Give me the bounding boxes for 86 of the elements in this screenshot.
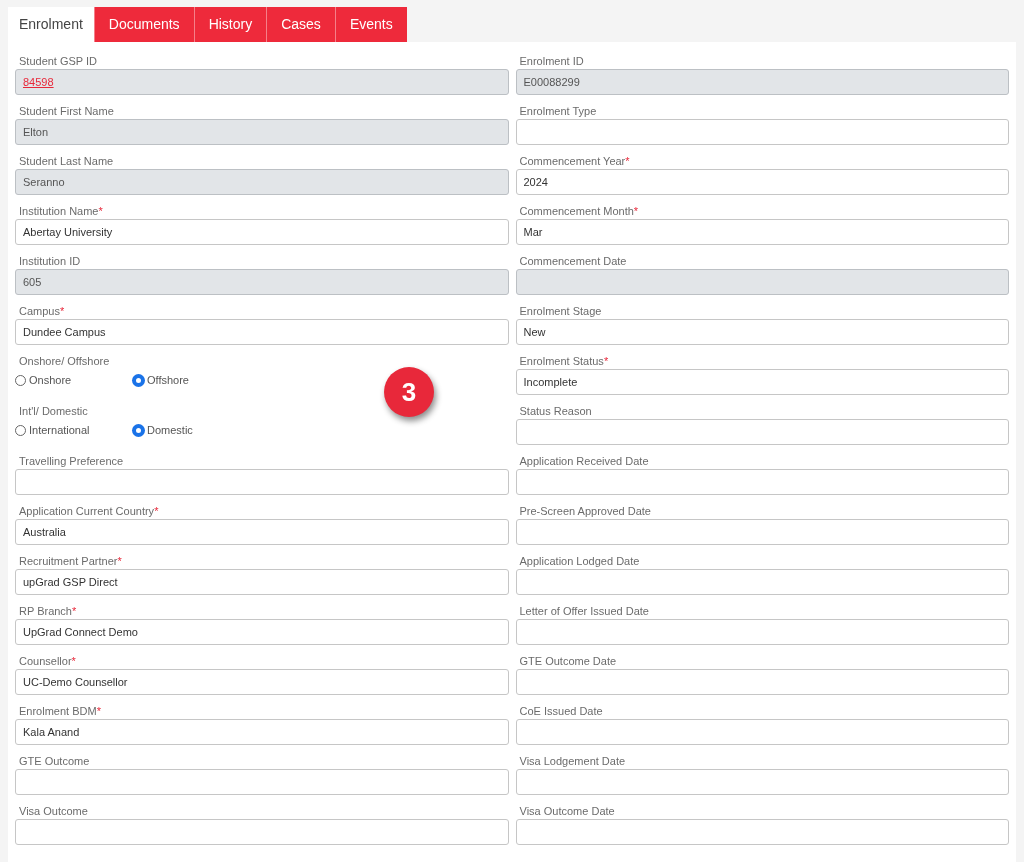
radio-label: Domestic [147,422,193,438]
input-field[interactable] [515,269,1009,295]
field-label: Commencement Date [519,254,627,268]
radio-label: Offshore [147,372,189,388]
input-field[interactable]: Seranno [15,169,509,195]
required-mark: * [117,554,122,568]
input-field[interactable]: New [515,319,1009,345]
field-label: Letter of Offer Issued Date [519,604,649,618]
required-mark: * [633,204,639,218]
input-field[interactable]: Abertay University [15,219,509,245]
input-field[interactable] [515,469,1009,495]
radio-button[interactable] [133,374,144,386]
input-field[interactable] [515,669,1009,695]
radio-label: International [29,422,90,438]
required-mark: * [98,204,103,218]
input-field[interactable]: UpGrad Connect Demo [15,619,509,645]
required-mark: * [154,504,159,518]
radio-button[interactable] [15,424,26,436]
field-label: Student First Name [19,104,114,118]
input-field[interactable] [15,769,509,795]
input-field[interactable]: Kala Anand [15,719,509,745]
input-field[interactable]: Incomplete [515,369,1009,395]
field-label: Enrolment Stage [519,304,602,318]
field-label: Visa Outcome Date [519,804,615,818]
field-label: Enrolment BDM [19,704,97,718]
input-field[interactable]: Elton [15,119,509,145]
field-label: Visa Outcome [19,804,88,818]
input-field[interactable] [515,719,1009,745]
required-mark: * [72,604,77,618]
field-label: GTE Outcome [19,754,90,768]
input-field[interactable]: Dundee Campus [15,319,509,345]
field-label: Travelling Preference [19,454,124,468]
field-label: Status Reason [519,404,592,418]
required-mark: * [603,354,609,368]
field-label: Student GSP ID [19,54,98,68]
input-field[interactable] [515,819,1009,845]
field-label: Commencement Year [519,154,626,168]
field-label: Application Current Country [19,504,155,518]
field-label: GTE Outcome Date [519,654,617,668]
field-label: Student Last Name [19,154,114,168]
field-label: Enrolment Status [519,354,604,368]
input-field[interactable] [15,469,509,495]
required-mark: * [59,304,65,318]
input-field[interactable]: Mar [515,219,1009,245]
input-field[interactable] [515,119,1009,145]
tab[interactable]: Documents [93,7,194,42]
required-mark: * [96,704,101,718]
radio-label: Onshore [29,372,72,388]
input-field[interactable] [515,419,1009,445]
input-field[interactable]: upGrad GSP Direct [15,569,509,595]
field-label: Application Received Date [519,454,649,468]
field-label: Enrolment Type [519,104,597,118]
field-label: RP Branch [19,604,72,618]
input-field[interactable] [515,519,1009,545]
input-field[interactable]: 605 [15,269,509,295]
field-label: Institution ID [19,254,81,268]
required-mark: * [625,154,630,168]
field-label: Pre-Screen Approved Date [519,504,651,518]
input-field[interactable]: E00088299 [515,69,1009,95]
field-label: Institution Name [19,204,99,218]
input-field[interactable] [15,819,509,845]
id-link[interactable]: 84598 [23,73,54,91]
input-field[interactable]: Australia [15,519,509,545]
radio-button[interactable] [15,374,26,386]
field-label: Commencement Month [519,204,634,218]
input-field[interactable]: UC-Demo Counsellor [15,669,509,695]
input-field[interactable] [515,769,1009,795]
field-label: Visa Lodgement Date [519,754,626,768]
input-field[interactable] [515,619,1009,645]
tab[interactable]: Cases [266,7,335,42]
input-field[interactable]: 2024 [515,169,1009,195]
input-field[interactable]: 84598 [15,69,509,95]
field-label: Recruitment Partner [19,554,118,568]
field-label: Int'l/ Domestic [19,404,88,418]
field-label: Campus [19,304,60,318]
tab[interactable]: Events [334,7,407,42]
tab[interactable]: Enrolment [8,7,94,42]
radio-button[interactable] [133,424,144,436]
field-label: Counsellor [19,654,72,668]
tab[interactable]: History [193,7,267,42]
field-label: Application Lodged Date [519,554,640,568]
field-label: CoE Issued Date [519,704,603,718]
field-label: Enrolment ID [519,54,584,68]
field-label: Onshore/ Offshore [19,354,110,368]
required-mark: * [71,654,76,668]
input-field[interactable] [515,569,1009,595]
